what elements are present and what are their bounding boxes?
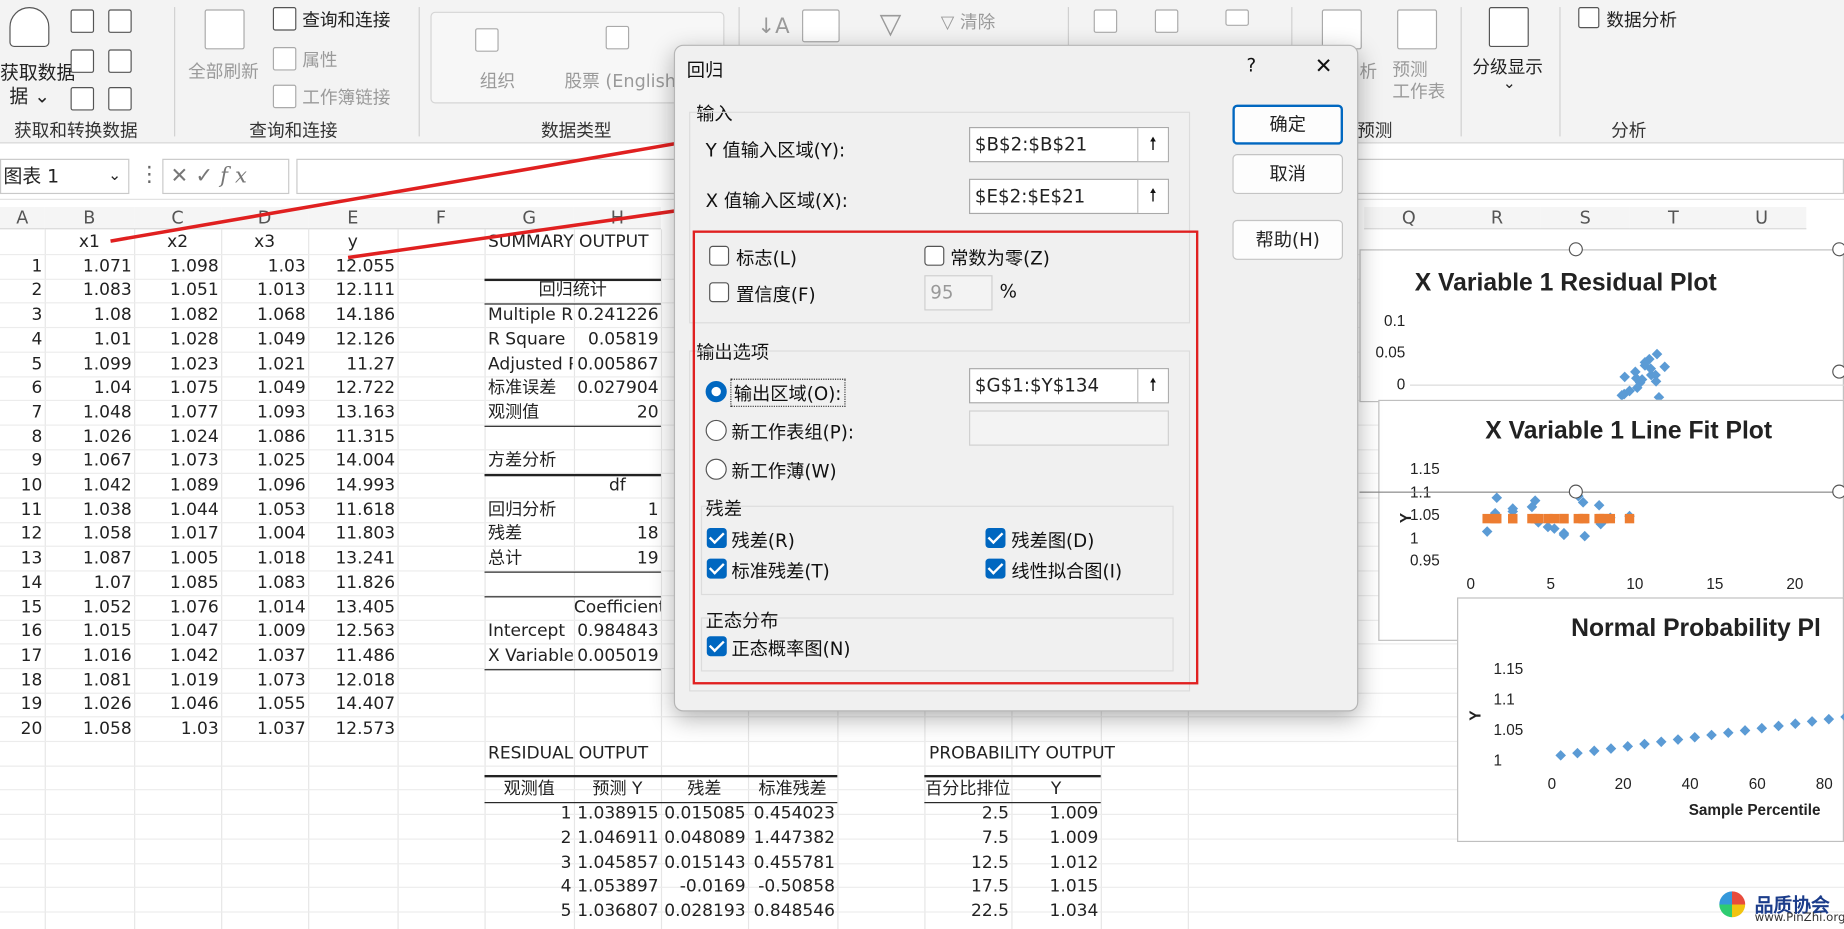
close-icon[interactable]: ✕	[1315, 54, 1333, 79]
help-icon[interactable]: ?	[1247, 55, 1257, 76]
help-button[interactable]: 帮助(H)	[1232, 219, 1343, 260]
y-range-label: Y 值输入区域(Y):	[705, 139, 846, 162]
dialog-title: 回归	[686, 59, 724, 82]
pinzhi-logo-icon	[1719, 891, 1746, 918]
x-range-label: X 值输入区域(X):	[705, 190, 848, 212]
regression-dialog: 回归 ? ✕ 输入 Y 值输入区域(Y): $B$2:$B$21 🠕 X 值输入区…	[673, 44, 1359, 712]
ok-button[interactable]: 确定	[1232, 104, 1343, 145]
highlight-box	[692, 230, 1199, 685]
cancel-button[interactable]: 取消	[1232, 154, 1343, 195]
y-range-input[interactable]: $B$2:$B$21 🠕	[969, 127, 1169, 163]
x-range-input[interactable]: $E$2:$E$21 🠕	[969, 178, 1169, 215]
collapse-dialog-icon[interactable]: 🠕	[1137, 128, 1168, 162]
arrow-x1-to-y-range	[110, 123, 725, 243]
collapse-dialog-icon[interactable]: 🠕	[1137, 179, 1168, 213]
watermark-url: www.PinZhi.org	[1754, 911, 1844, 925]
